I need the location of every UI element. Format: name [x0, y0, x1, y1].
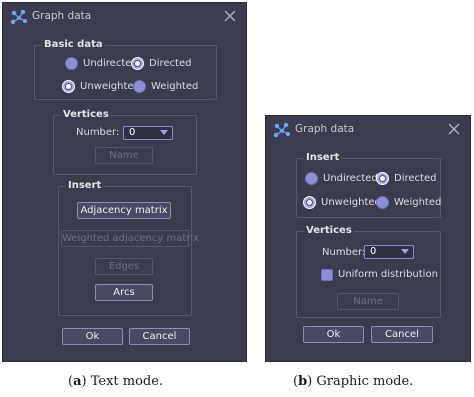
radio-circle-selected	[131, 57, 144, 70]
number-select[interactable]: 0	[123, 126, 173, 140]
radio-unweighted-label: Unweighted	[80, 81, 140, 92]
radio-directed-label: Directed	[394, 173, 437, 184]
vertices-legend: Vertices	[304, 225, 354, 236]
caption-b: (b) Graphic mode.	[293, 374, 414, 389]
radio-undirected[interactable]: Undirected	[65, 57, 138, 70]
radio-circle	[305, 172, 318, 185]
caption-a-text: Text mode.	[90, 374, 164, 389]
insert-group: Insert	[296, 152, 441, 218]
caption-b-letter: b	[298, 374, 308, 389]
insert-legend: Insert	[304, 152, 342, 163]
graph-data-dialog-graphic-mode: Graph data Insert Undirected Directed Un…	[265, 115, 471, 362]
dialog-title: Graph data	[295, 123, 355, 135]
number-label: Number:	[322, 247, 366, 258]
dialog-title: Graph data	[32, 10, 92, 22]
graph-app-icon	[10, 9, 27, 25]
number-select-value: 0	[129, 127, 136, 138]
caption-a: (a) Text mode.	[68, 374, 164, 389]
insert-legend: Insert	[66, 180, 104, 191]
edges-button[interactable]: Edges	[95, 258, 153, 275]
radio-unweighted-label: Unweighted	[321, 197, 381, 208]
radio-weighted-label: Weighted	[151, 81, 199, 92]
radio-weighted-label: Weighted	[394, 197, 442, 208]
caption-b-text: Graphic mode.	[316, 374, 414, 389]
basic-data-legend: Basic data	[42, 39, 105, 50]
radio-circle-selected	[303, 196, 316, 209]
radio-unweighted[interactable]: Unweighted	[62, 80, 140, 93]
radio-circle	[65, 57, 78, 70]
radio-undirected-label: Undirected	[323, 173, 378, 184]
chevron-down-icon	[160, 130, 168, 135]
weighted-adjacency-matrix-button[interactable]: Weighted adjacency matrix	[61, 230, 199, 247]
close-icon[interactable]	[448, 123, 460, 135]
radio-directed[interactable]: Directed	[131, 57, 191, 70]
title-bar[interactable]: Graph data	[266, 116, 470, 144]
ok-button[interactable]: Ok	[303, 326, 364, 343]
graph-data-dialog-text-mode: Graph data Basic data Undirected Directe…	[2, 2, 247, 362]
uniform-distribution-checkbox[interactable]	[321, 269, 333, 281]
name-button[interactable]: Name	[337, 293, 399, 310]
title-bar[interactable]: Graph data	[3, 3, 246, 31]
number-label: Number:	[76, 127, 120, 138]
number-select-value: 0	[370, 246, 377, 257]
radio-unweighted[interactable]: Unweighted	[303, 196, 381, 209]
arcs-button[interactable]: Arcs	[95, 284, 153, 301]
radio-undirected[interactable]: Undirected	[305, 172, 378, 185]
graph-app-icon	[273, 122, 290, 138]
radio-weighted[interactable]: Weighted	[133, 80, 198, 93]
cancel-button[interactable]: Cancel	[371, 326, 433, 343]
uniform-distribution-label: Uniform distribution	[338, 269, 438, 280]
radio-circle	[376, 196, 389, 209]
radio-circle	[133, 80, 146, 93]
close-icon[interactable]	[224, 10, 236, 22]
vertices-group: Vertices	[53, 109, 197, 175]
vertices-legend: Vertices	[61, 109, 111, 120]
ok-button[interactable]: Ok	[62, 328, 123, 345]
cancel-button[interactable]: Cancel	[129, 328, 190, 345]
adjacency-matrix-button[interactable]: Adjacency matrix	[77, 202, 171, 219]
radio-circle-selected	[62, 80, 75, 93]
name-button[interactable]: Name	[95, 147, 153, 164]
radio-weighted[interactable]: Weighted	[376, 196, 441, 209]
caption-a-letter: a	[73, 374, 82, 389]
chevron-down-icon	[401, 249, 409, 254]
radio-directed-label: Directed	[149, 58, 192, 69]
radio-circle-selected	[376, 172, 389, 185]
radio-directed[interactable]: Directed	[376, 172, 436, 185]
radio-undirected-label: Undirected	[83, 58, 138, 69]
number-select[interactable]: 0	[364, 245, 414, 259]
